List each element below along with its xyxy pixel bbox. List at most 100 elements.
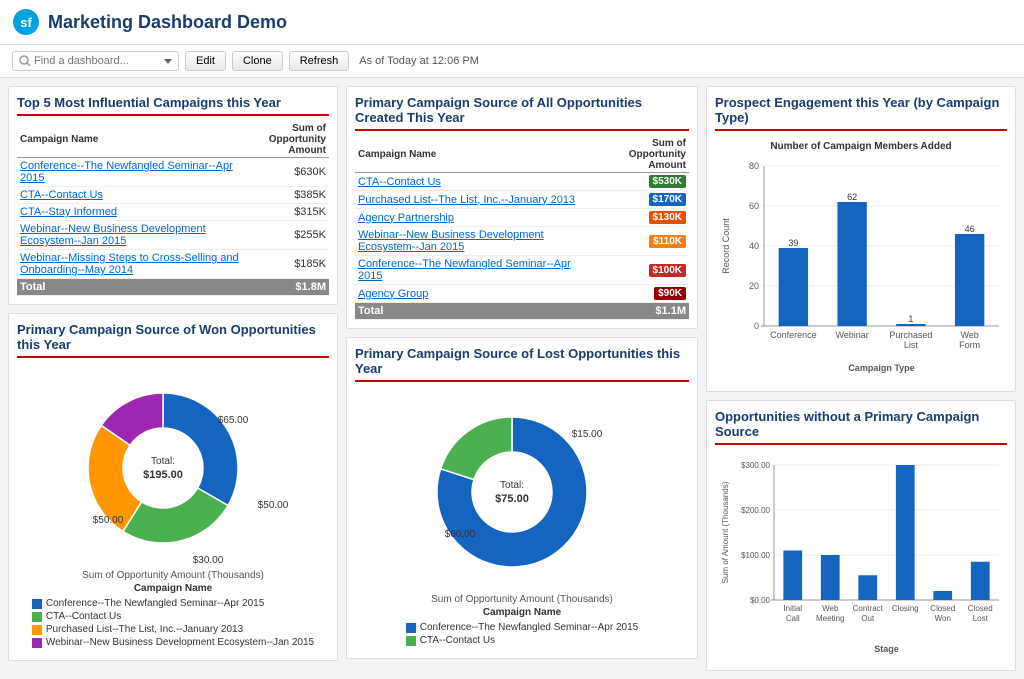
svg-text:Call: Call — [786, 614, 800, 623]
svg-text:$300.00: $300.00 — [741, 461, 770, 470]
table-row: CTA--Contact Us$385K — [17, 187, 329, 204]
table-total-row: Total$1.8M — [17, 279, 329, 296]
donut-segment — [441, 417, 512, 480]
no-source-panel: Opportunities without a Primary Campaign… — [706, 400, 1016, 671]
clone-button[interactable]: Clone — [232, 51, 283, 71]
campaign-name[interactable]: Conference--The Newfangled Seminar--Apr … — [355, 256, 598, 285]
table-row: CTA--Stay Informed$315K — [17, 204, 329, 221]
bar — [955, 234, 984, 326]
all-table-body: CTA--Contact Us$530KPurchased List--The … — [355, 173, 689, 320]
legend-item: CTA--Contact Us — [32, 611, 121, 622]
campaign-name[interactable]: Conference--The Newfangled Seminar--Apr … — [17, 158, 245, 187]
amount: $315K — [245, 204, 330, 221]
donut-total-value: $195.00 — [143, 469, 183, 481]
bar-x-label: Closing — [892, 604, 919, 613]
top5-col-name: Campaign Name — [17, 122, 245, 158]
amount: $530K — [598, 173, 689, 191]
legend-item: Purchased List--The List, Inc.--January … — [32, 624, 243, 635]
table-row: Agency Partnership$130K — [355, 209, 689, 227]
legend-label: Purchased List--The List, Inc.--January … — [46, 624, 243, 635]
search-box[interactable] — [12, 51, 179, 71]
legend-color-swatch — [32, 612, 42, 622]
svg-text:List: List — [904, 340, 919, 350]
donut-total-value: $75.00 — [495, 493, 529, 505]
donut-segment — [163, 393, 238, 506]
won-legend-title: Campaign Name — [134, 583, 212, 594]
amount: $630K — [245, 158, 330, 187]
svg-text:62: 62 — [847, 192, 857, 202]
campaign-name[interactable]: Agency Group — [355, 285, 598, 303]
table-row: Conference--The Newfangled Seminar--Apr … — [17, 158, 329, 187]
legend-item: CTA--Contact Us — [406, 635, 495, 646]
bar — [896, 465, 915, 600]
top5-table-body: Conference--The Newfangled Seminar--Apr … — [17, 158, 329, 296]
lost-donut-chart: Total:$75.00$15.00$60.00 — [402, 392, 642, 592]
legend-label: Webinar--New Business Development Ecosys… — [46, 637, 314, 648]
svg-text:$100.00: $100.00 — [741, 551, 770, 560]
won-legend: Conference--The Newfangled Seminar--Apr … — [32, 598, 314, 648]
campaign-name[interactable]: Agency Partnership — [355, 209, 598, 227]
legend-color-swatch — [406, 623, 416, 633]
engagement-chart-title: Number of Campaign Members Added — [719, 141, 1003, 152]
table-row: Conference--The Newfangled Seminar--Apr … — [355, 256, 689, 285]
lost-panel: Primary Campaign Source of Lost Opportun… — [346, 337, 698, 659]
mid-column: Primary Campaign Source of All Opportuni… — [346, 86, 698, 671]
refresh-button[interactable]: Refresh — [289, 51, 350, 71]
amount: $170K — [598, 191, 689, 209]
campaign-name[interactable]: CTA--Contact Us — [17, 187, 245, 204]
search-input[interactable] — [34, 55, 164, 67]
bar — [821, 555, 840, 600]
amount: $185K — [245, 250, 330, 279]
legend-color-swatch — [32, 599, 42, 609]
salesforce-logo-icon: sf — [12, 8, 40, 36]
top5-col-amount: Sum of OpportunityAmount — [245, 122, 330, 158]
bar — [971, 562, 990, 600]
campaign-name[interactable]: CTA--Contact Us — [355, 173, 598, 191]
donut-segment-label: $65.00 — [218, 415, 249, 426]
no-source-panel-title: Opportunities without a Primary Campaign… — [715, 409, 1007, 445]
amount: $90K — [598, 285, 689, 303]
won-panel-title: Primary Campaign Source of Won Opportuni… — [17, 322, 329, 358]
amount: $110K — [598, 227, 689, 256]
all-panel: Primary Campaign Source of All Opportuni… — [346, 86, 698, 329]
legend-item: Conference--The Newfangled Seminar--Apr … — [406, 622, 638, 633]
toolbar: Edit Clone Refresh As of Today at 12:06 … — [0, 45, 1024, 78]
edit-button[interactable]: Edit — [185, 51, 226, 71]
bar — [933, 591, 952, 600]
won-donut-chart: Total:$195.00$65.00$50.00$50.00$30.00 — [53, 368, 293, 568]
total-label: Total — [355, 303, 598, 320]
svg-text:80: 80 — [749, 161, 759, 171]
toolbar-status: As of Today at 12:06 PM — [359, 55, 479, 67]
amount: $100K — [598, 256, 689, 285]
bar-x-label: Purchased — [889, 330, 932, 340]
table-row: CTA--Contact Us$530K — [355, 173, 689, 191]
svg-text:60: 60 — [749, 201, 759, 211]
won-donut-container: Total:$195.00$65.00$50.00$50.00$30.00 Su… — [17, 364, 329, 652]
table-row: Agency Group$90K — [355, 285, 689, 303]
lost-panel-title: Primary Campaign Source of Lost Opportun… — [355, 346, 689, 382]
won-panel: Primary Campaign Source of Won Opportuni… — [8, 313, 338, 661]
right-column: Prospect Engagement this Year (by Campai… — [706, 86, 1016, 671]
all-col-amount: Sum of OpportunityAmount — [598, 137, 689, 173]
donut-segment-label: $30.00 — [193, 555, 224, 566]
campaign-name[interactable]: Webinar--Missing Steps to Cross-Selling … — [17, 250, 245, 279]
legend-label: Conference--The Newfangled Seminar--Apr … — [46, 598, 264, 609]
legend-color-swatch — [32, 625, 42, 635]
top5-panel: Top 5 Most Influential Campaigns this Ye… — [8, 86, 338, 305]
table-row: Purchased List--The List, Inc.--January … — [355, 191, 689, 209]
x-axis-label: Campaign Type — [848, 363, 914, 373]
svg-text:Won: Won — [935, 614, 951, 623]
total-amount: $1.8M — [245, 279, 330, 296]
campaign-name[interactable]: CTA--Stay Informed — [17, 204, 245, 221]
table-total-row: Total$1.1M — [355, 303, 689, 320]
legend-label: CTA--Contact Us — [420, 635, 495, 646]
campaign-name[interactable]: Webinar--New Business Development Ecosys… — [355, 227, 598, 256]
legend-item: Conference--The Newfangled Seminar--Apr … — [32, 598, 264, 609]
svg-text:1: 1 — [908, 314, 913, 324]
svg-text:$0.00: $0.00 — [750, 596, 771, 605]
amount: $255K — [245, 221, 330, 250]
campaign-name[interactable]: Webinar--New Business Development Ecosys… — [17, 221, 245, 250]
campaign-name[interactable]: Purchased List--The List, Inc.--January … — [355, 191, 598, 209]
svg-text:Lost: Lost — [973, 614, 989, 623]
donut-segment — [123, 488, 228, 543]
